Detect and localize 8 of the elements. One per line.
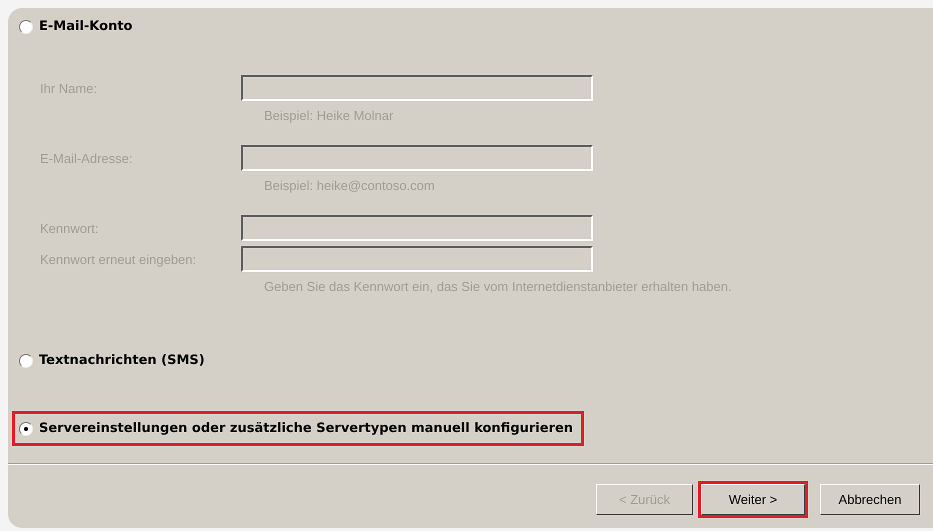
radio-option[interactable]: Servereinstellungen oder zusätzliche Servertypen manuell konfigurieren (12, 411, 584, 446)
radio-button[interactable] (19, 422, 33, 436)
radio-button[interactable] (19, 354, 33, 368)
dialog-button[interactable]: Weiter > (701, 484, 805, 515)
radio-option[interactable]: Textnachrichten (SMS) (12, 343, 216, 378)
dialog-button[interactable]: Abbrechen (820, 484, 920, 515)
radio-button[interactable] (19, 20, 33, 34)
radio-option[interactable]: E-Mail-Konto (12, 9, 144, 44)
